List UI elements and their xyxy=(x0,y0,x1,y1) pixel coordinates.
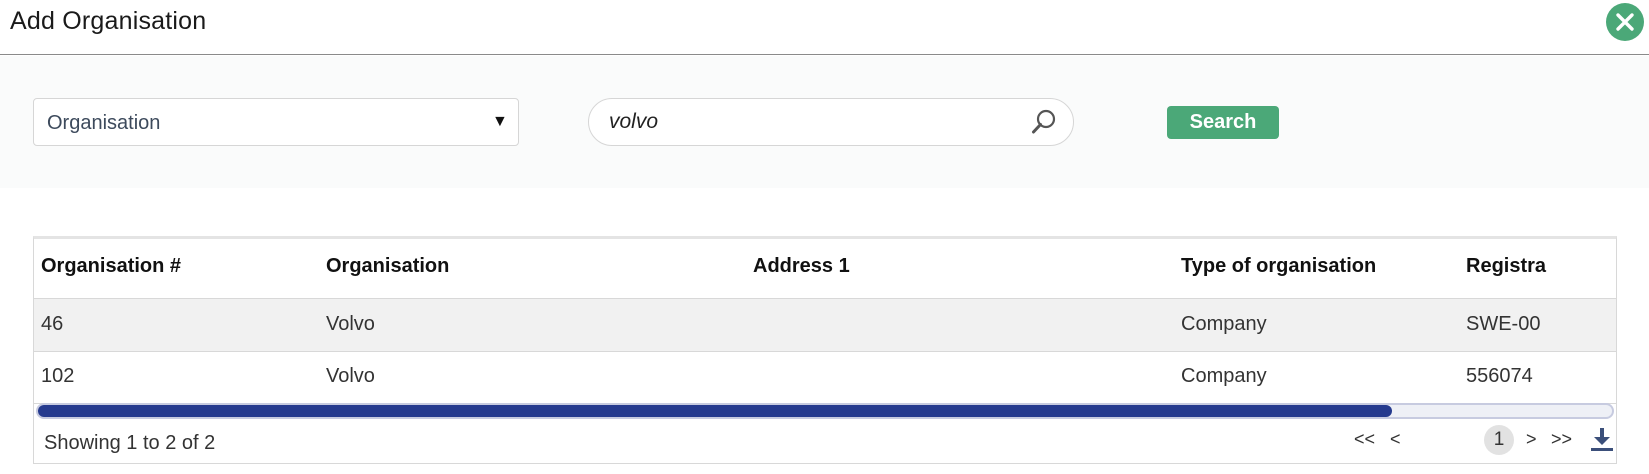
results-summary: Showing 1 to 2 of 2 xyxy=(44,432,216,454)
pager-current-page[interactable]: 1 xyxy=(1484,425,1514,455)
horizontal-scrollbar[interactable] xyxy=(36,403,1614,419)
cell-organisation: Volvo xyxy=(326,313,375,335)
pager-previous[interactable]: < xyxy=(1390,429,1401,450)
cell-registration: SWE-00 xyxy=(1466,313,1541,335)
column-header-type-of-organisation[interactable]: Type of organisation xyxy=(1181,255,1376,278)
search-icon[interactable] xyxy=(1031,109,1057,140)
dialog-header: Add Organisation xyxy=(0,0,1649,55)
pager-first[interactable]: << xyxy=(1354,429,1375,450)
column-header-organisation[interactable]: Organisation xyxy=(326,255,449,278)
cell-organisation-number: 102 xyxy=(41,365,75,387)
cell-type-of-organisation: Company xyxy=(1181,313,1267,335)
cell-organisation: Volvo xyxy=(326,365,375,387)
table-row[interactable]: 46 Volvo Company SWE-00 xyxy=(34,299,1616,352)
column-header-address-1[interactable]: Address 1 xyxy=(753,255,850,278)
dropdown-arrow-icon: ▼ xyxy=(492,113,508,130)
search-button[interactable]: Search xyxy=(1167,106,1279,139)
search-field[interactable] xyxy=(588,98,1074,146)
close-button[interactable] xyxy=(1606,3,1644,41)
table-header: Organisation # Organisation Address 1 Ty… xyxy=(34,239,1616,299)
download-icon[interactable] xyxy=(1590,426,1614,457)
dialog-title: Add Organisation xyxy=(10,7,207,35)
filter-panel: Organisation ▼ Search xyxy=(0,56,1649,188)
results-table: Organisation # Organisation Address 1 Ty… xyxy=(33,236,1617,464)
cell-organisation-number: 46 xyxy=(41,313,64,335)
search-input[interactable] xyxy=(609,107,1009,137)
table-row[interactable]: 102 Volvo Company 556074 xyxy=(34,351,1616,404)
column-header-registration[interactable]: Registra xyxy=(1466,255,1546,278)
pager-next[interactable]: > xyxy=(1526,429,1537,450)
horizontal-scrollbar-thumb[interactable] xyxy=(38,405,1392,417)
pager-last[interactable]: >> xyxy=(1551,429,1572,450)
cell-registration: 556074 xyxy=(1466,365,1533,387)
organisation-type-select[interactable]: Organisation ▼ xyxy=(33,98,519,146)
column-header-organisation-number[interactable]: Organisation # xyxy=(41,255,181,278)
close-icon xyxy=(1616,13,1634,31)
cell-type-of-organisation: Company xyxy=(1181,365,1267,387)
select-value: Organisation xyxy=(47,112,161,134)
